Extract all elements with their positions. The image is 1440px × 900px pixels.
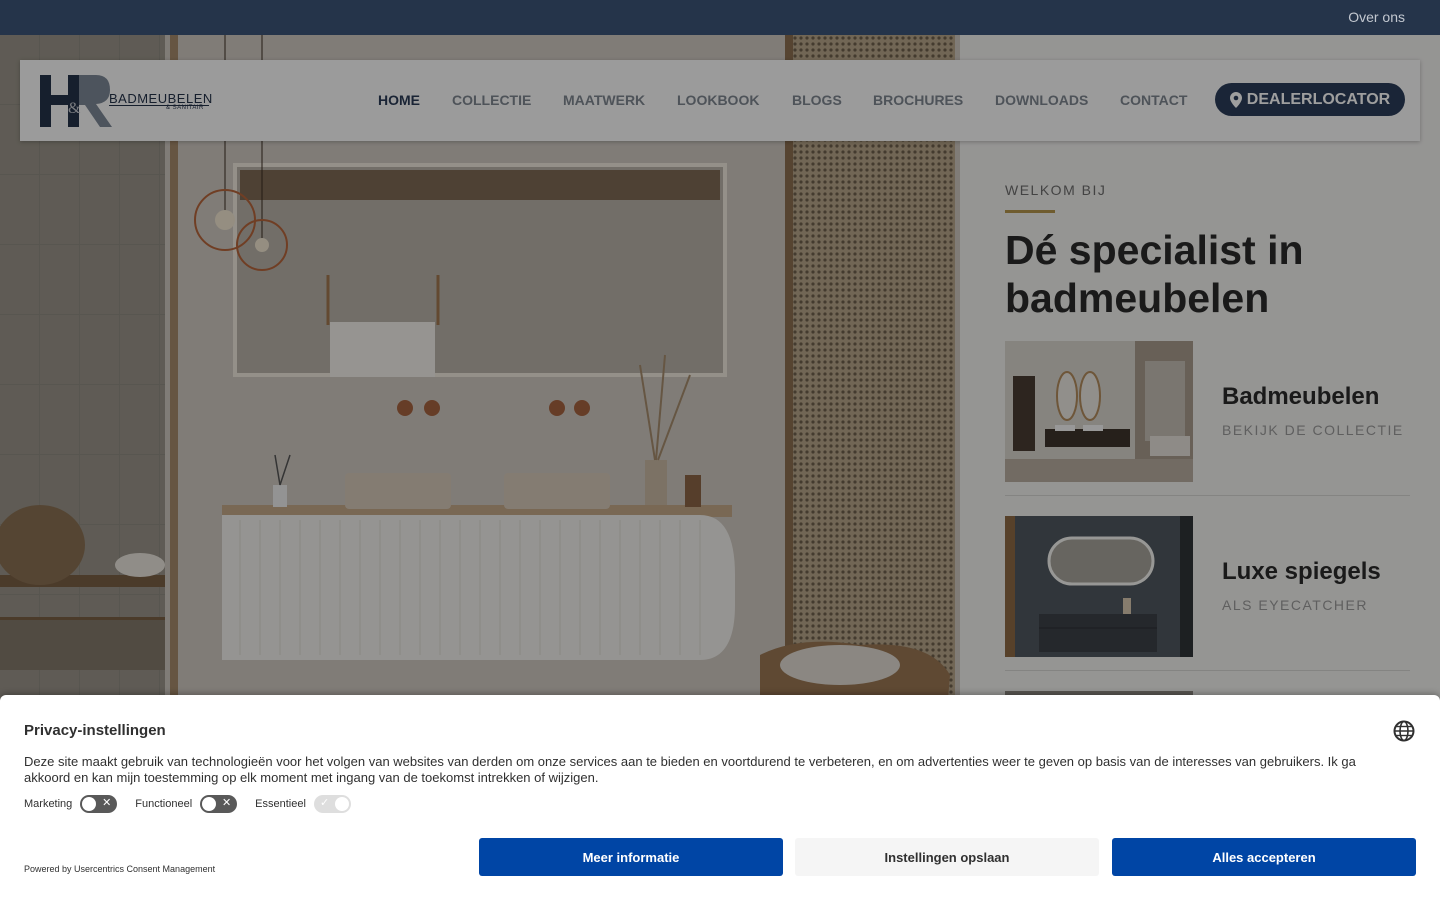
badmeubelen-thumbnail [1005, 341, 1193, 482]
essentieel-toggle: ✓ [313, 795, 351, 813]
save-settings-button[interactable]: Instellingen opslaan [795, 838, 1099, 876]
dealerlocator-button[interactable]: DEALERLOCATOR [1215, 83, 1405, 116]
category-subtitle: ALS EYECATCHER [1222, 597, 1368, 613]
nav-maatwerk[interactable]: MAATWERK [563, 92, 645, 108]
brand-name: BADMEUBELEN [109, 91, 213, 106]
logo-mark-icon: & [40, 75, 112, 127]
consent-description: Deze site maakt gebruik van technologieë… [24, 754, 1356, 785]
luxe-spiegels-thumbnail [1005, 516, 1193, 657]
consent-title: Privacy-instellingen [24, 722, 166, 739]
toggle-label-essentieel: Essentieel [255, 798, 306, 810]
toggle-off-icon: ✕ [221, 797, 232, 809]
toggle-off-icon: ✕ [102, 797, 112, 809]
category-subtitle: BEKIJK DE COLLECTIE [1222, 422, 1404, 438]
top-bar: Over ons [0, 0, 1440, 35]
nav-blogs[interactable]: BLOGS [792, 92, 842, 108]
category-title: Badmeubelen [1222, 383, 1380, 410]
svg-text:&: & [68, 100, 81, 117]
map-marker-icon [1229, 91, 1242, 108]
brand-subtitle: & SANITAIR [166, 105, 204, 111]
consent-banner: Privacy-instellingen Deze site maakt geb… [0, 695, 1440, 900]
nav-brochures[interactable]: BROCHURES [873, 92, 963, 108]
nav-lookbook[interactable]: LOOKBOOK [677, 92, 759, 108]
main-header: & BADMEUBELEN & SANITAIR HOME COLLECTIE … [20, 60, 1420, 141]
toggle-label-marketing: Marketing [24, 798, 73, 810]
powered-by-link[interactable]: Powered by Usercentrics Consent Manageme… [24, 864, 215, 874]
accept-all-button[interactable]: Alles accepteren [1112, 838, 1416, 876]
welcome-kicker: WELKOM BIJ [1005, 182, 1107, 198]
nav-collectie[interactable]: COLLECTIE [452, 92, 531, 108]
page-headline: Dé specialist in badmeubelen [1005, 227, 1304, 321]
nav-home[interactable]: HOME [378, 92, 420, 108]
language-globe-icon[interactable] [1393, 720, 1415, 742]
toggle-label-functioneel: Functioneel [135, 798, 193, 810]
dealerlocator-label: DEALERLOCATOR [1246, 90, 1391, 108]
nav-downloads[interactable]: DOWNLOADS [995, 92, 1088, 108]
nav-contact[interactable]: CONTACT [1120, 92, 1187, 108]
category-card-badmeubelen[interactable]: Badmeubelen BEKIJK DE COLLECTIE [1005, 341, 1410, 496]
category-title: Luxe spiegels [1222, 558, 1381, 585]
category-card-luxe-spiegels[interactable]: Luxe spiegels ALS EYECATCHER [1005, 516, 1410, 671]
more-info-button[interactable]: Meer informatie [479, 838, 783, 876]
consent-toggles: Marketing ✕ Functioneel ✕ Essentieel ✓ [24, 795, 369, 813]
marketing-toggle[interactable]: ✕ [80, 795, 118, 813]
toggle-check-icon: ✓ [319, 797, 330, 809]
accent-divider [1005, 210, 1055, 213]
over-ons-link[interactable]: Over ons [1348, 9, 1405, 25]
functioneel-toggle[interactable]: ✕ [200, 795, 238, 813]
